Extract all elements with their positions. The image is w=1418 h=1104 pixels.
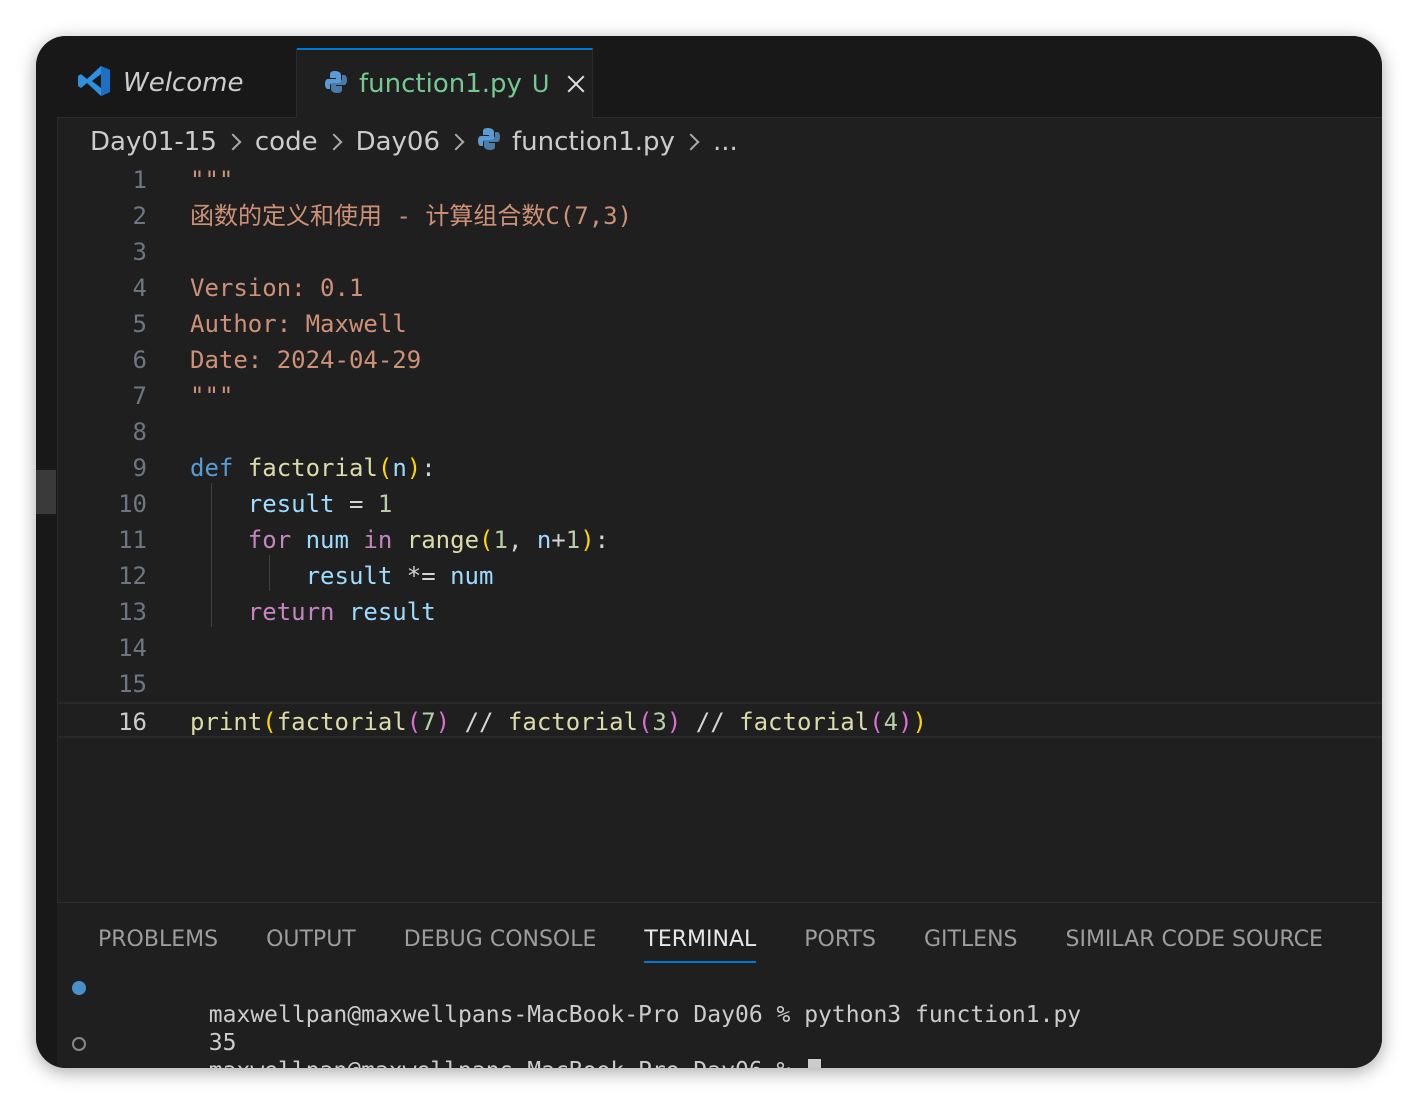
code-text: 函数的定义和使用 - 计算组合数C(7,3)	[190, 202, 633, 230]
code-line: 7 """	[57, 378, 1382, 414]
breadcrumb: Day01-15 code Day06 function1.py ...	[90, 122, 738, 162]
code-line: 2 函数的定义和使用 - 计算组合数C(7,3)	[57, 198, 1382, 234]
terminal-cursor	[808, 1058, 822, 1068]
line-number: 16	[118, 708, 147, 736]
command-pending-icon[interactable]	[72, 1037, 86, 1051]
code-line: 11 for num in range(1, n+1):	[57, 522, 1382, 558]
panel-tabs: PROBLEMS OUTPUT DEBUG CONSOLE TERMINAL P…	[98, 919, 1371, 965]
code-line: 12 result *= num	[57, 558, 1382, 594]
tab-problems[interactable]: PROBLEMS	[98, 919, 218, 963]
code-text: Date: 2024-04-29	[190, 346, 422, 374]
tab-welcome-label: Welcome	[123, 67, 244, 98]
bottom-panel: PROBLEMS OUTPUT DEBUG CONSOLE TERMINAL P…	[57, 902, 1382, 1068]
tab-function1-py[interactable]: function1.py U	[297, 48, 593, 118]
chevron-right-icon	[224, 133, 242, 151]
line-number: 6	[132, 346, 147, 374]
code-text: Author: Maxwell	[190, 310, 407, 338]
code-line: 15	[57, 666, 1382, 702]
command-success-icon[interactable]	[72, 981, 86, 995]
code-text: def factorial(n):	[190, 454, 436, 482]
line-number: 8	[132, 418, 147, 446]
line-number: 14	[118, 634, 147, 662]
code-editor[interactable]: 1 """ 2 函数的定义和使用 - 计算组合数C(7,3) 3 4 Versi…	[57, 162, 1382, 902]
code-text: for num in range(1, n+1):	[247, 526, 610, 554]
chevron-right-icon	[325, 133, 343, 151]
current-code-line: 16 print(factorial(7) // factorial(3) //…	[57, 702, 1382, 738]
terminal-prompt-text: maxwellpan@maxwellpans-MacBook-Pro Day06…	[209, 1058, 804, 1068]
line-number: 12	[118, 562, 147, 590]
vscode-logo-icon	[77, 65, 111, 101]
breadcrumb-item-day06[interactable]: Day06	[356, 127, 440, 157]
tab-debug-console[interactable]: DEBUG CONSOLE	[404, 919, 597, 963]
chevron-right-icon	[447, 133, 465, 151]
code-line: 5 Author: Maxwell	[57, 306, 1382, 342]
code-text: Version: 0.1	[190, 274, 364, 302]
breadcrumb-item-day01-15[interactable]: Day01-15	[90, 127, 217, 157]
code-text: """	[190, 166, 234, 194]
tab-welcome[interactable]: Welcome	[57, 48, 297, 117]
activity-strip	[36, 36, 58, 1068]
code-line: 8	[57, 414, 1382, 450]
code-line: 13 return result	[57, 594, 1382, 630]
untracked-status-badge: U	[531, 70, 550, 98]
line-number: 1	[132, 166, 147, 194]
tab-ports[interactable]: PORTS	[804, 919, 876, 963]
editor-window: Welcome function1.py U Day01-15 code Day…	[36, 36, 1382, 1068]
code-text: result *= num	[305, 562, 494, 590]
breadcrumb-item-code[interactable]: code	[255, 127, 318, 157]
breadcrumb-item-symbols[interactable]: ...	[713, 127, 738, 157]
breadcrumb-item-file[interactable]: function1.py	[512, 127, 675, 157]
code-text: print(factorial(7) // factorial(3) // fa…	[190, 708, 927, 736]
tab-output[interactable]: OUTPUT	[266, 919, 356, 963]
tab-terminal[interactable]: TERMINAL	[644, 919, 757, 963]
line-number: 10	[118, 490, 147, 518]
terminal-line: 35	[57, 1001, 1382, 1056]
tab-gitlens[interactable]: GITLENS	[924, 919, 1018, 963]
python-icon	[325, 70, 347, 98]
line-number: 4	[132, 274, 147, 302]
tab-bar: Welcome function1.py U	[57, 36, 1382, 118]
code-text: result = 1	[247, 490, 393, 518]
chevron-right-icon	[682, 133, 700, 151]
scroll-marker[interactable]	[36, 470, 56, 514]
code-line: 9 def factorial(n):	[57, 450, 1382, 486]
code-line: 10 result = 1	[57, 486, 1382, 522]
line-number: 7	[132, 382, 147, 410]
line-number: 9	[132, 454, 147, 482]
line-number: 15	[118, 670, 147, 698]
line-number: 13	[118, 598, 147, 626]
line-number: 11	[118, 526, 147, 554]
code-text: """	[190, 382, 234, 410]
terminal-line: maxwellpan@maxwellpans-MacBook-Pro Day06…	[57, 973, 1382, 1028]
code-line: 14	[57, 630, 1382, 666]
line-number: 3	[132, 238, 147, 266]
code-line: 4 Version: 0.1	[57, 270, 1382, 306]
python-icon	[478, 127, 501, 158]
code-line: 6 Date: 2024-04-29	[57, 342, 1382, 378]
line-number: 2	[132, 202, 147, 230]
line-number: 5	[132, 310, 147, 338]
code-line: 1 """	[57, 162, 1382, 198]
terminal-line: maxwellpan@maxwellpans-MacBook-Pro Day06…	[57, 1029, 1382, 1068]
terminal[interactable]: maxwellpan@maxwellpans-MacBook-Pro Day06…	[57, 973, 1382, 1068]
code-text: return result	[247, 598, 436, 626]
code-line: 3	[57, 234, 1382, 270]
tab-function1-label: function1.py	[359, 69, 522, 99]
close-icon[interactable]	[565, 73, 587, 95]
tab-similar-code-source[interactable]: SIMILAR CODE SOURCE	[1066, 919, 1323, 963]
